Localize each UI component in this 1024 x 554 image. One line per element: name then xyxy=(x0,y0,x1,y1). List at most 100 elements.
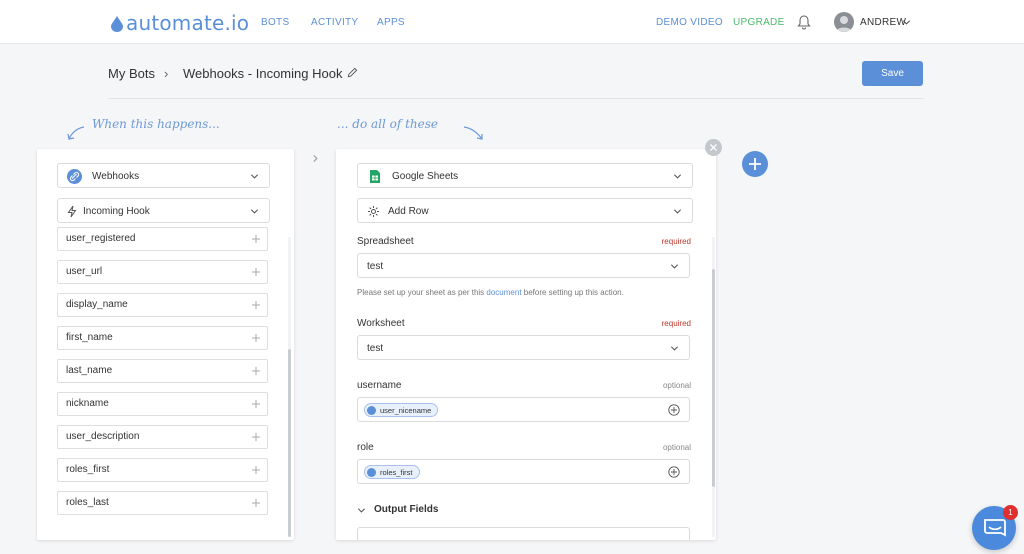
field-label: nickname xyxy=(66,398,109,409)
nav-demo-video[interactable]: DEMO VIDEO xyxy=(656,17,723,28)
output-field-box[interactable] xyxy=(357,527,690,540)
help-text: before setting up this action. xyxy=(521,288,624,297)
spreadsheet-select[interactable]: test xyxy=(357,253,690,278)
add-action-button[interactable] xyxy=(742,151,768,177)
plus-icon[interactable] xyxy=(251,399,261,409)
field-label: display_name xyxy=(66,299,128,310)
nav-apps[interactable]: APPS xyxy=(377,17,405,28)
field-label: last_name xyxy=(66,365,113,376)
bell-icon[interactable] xyxy=(797,14,811,30)
chevron-right-icon xyxy=(313,154,318,163)
role-optional-badge: optional xyxy=(662,443,691,452)
field-item[interactable]: nickname xyxy=(57,392,268,416)
nav-upgrade[interactable]: UPGRADE xyxy=(733,17,785,28)
action-event-select[interactable]: Add Row xyxy=(357,198,693,223)
field-item[interactable]: roles_last xyxy=(57,491,268,515)
chevron-down-icon xyxy=(250,174,259,179)
field-item[interactable]: display_name xyxy=(57,293,268,317)
output-fields-toggle[interactable]: Output Fields xyxy=(357,504,557,518)
bolt-icon xyxy=(67,205,77,218)
hint-arrow-left-icon xyxy=(67,126,85,140)
field-item[interactable]: user_url xyxy=(57,260,268,284)
chevron-down-icon xyxy=(673,209,682,214)
plus-icon[interactable] xyxy=(251,300,261,310)
close-icon xyxy=(710,144,717,151)
close-action-button[interactable] xyxy=(705,139,722,156)
field-label: first_name xyxy=(66,332,113,343)
hint-action: ... do all of these xyxy=(337,117,439,131)
breadcrumb-my-bots[interactable]: My Bots xyxy=(108,66,155,81)
page-title: Webhooks - Incoming Hook xyxy=(183,66,343,81)
sheets-icon xyxy=(370,170,380,183)
field-item[interactable]: user_registered xyxy=(57,227,268,251)
pencil-icon[interactable] xyxy=(347,67,358,78)
nav-bots[interactable]: BOTS xyxy=(261,17,289,28)
token-label: roles_first xyxy=(380,467,413,477)
link-icon xyxy=(67,169,82,184)
field-label: user_registered xyxy=(66,233,136,244)
role-field[interactable]: roles_first xyxy=(357,459,690,484)
sheet-setup-help: Please set up your sheet as per this doc… xyxy=(357,288,624,297)
trigger-app-select[interactable]: Webhooks xyxy=(57,163,270,188)
plus-icon[interactable] xyxy=(251,234,261,244)
circle-plus-icon[interactable] xyxy=(668,404,680,416)
action-event-label: Add Row xyxy=(388,206,429,217)
chevron-down-icon xyxy=(670,264,679,269)
worksheet-select[interactable]: test xyxy=(357,335,690,360)
worksheet-value: test xyxy=(367,343,384,354)
logo-drop-icon xyxy=(111,15,123,32)
plus-icon[interactable] xyxy=(251,498,261,508)
divider xyxy=(108,98,924,99)
chat-unread-badge: 1 xyxy=(1003,505,1018,520)
username-optional-badge: optional xyxy=(662,381,691,390)
spreadsheet-required-badge: required xyxy=(661,237,691,246)
field-label: roles_last xyxy=(66,497,109,508)
user-menu-name[interactable]: ANDREW xyxy=(860,17,906,28)
spreadsheet-value: test xyxy=(367,261,384,272)
chevron-down-icon xyxy=(673,174,682,179)
breadcrumb-separator: › xyxy=(164,66,169,81)
link-icon xyxy=(367,467,376,477)
help-text: Please set up your sheet as per this xyxy=(357,288,487,297)
logo[interactable]: automate.io xyxy=(110,11,249,35)
avatar[interactable] xyxy=(834,12,854,32)
field-item[interactable]: last_name xyxy=(57,359,268,383)
field-label: user_url xyxy=(66,266,103,277)
field-item[interactable]: first_name xyxy=(57,326,268,350)
field-label: roles_first xyxy=(66,464,110,475)
trigger-scrollbar-thumb[interactable] xyxy=(288,349,291,537)
hint-arrow-right-icon xyxy=(463,126,483,140)
action-app-select[interactable]: Google Sheets xyxy=(357,163,693,188)
field-item[interactable]: roles_first xyxy=(57,458,268,482)
chevron-down-icon xyxy=(357,508,366,513)
output-fields-label: Output Fields xyxy=(374,504,439,515)
chevron-down-icon xyxy=(250,209,259,214)
plus-icon[interactable] xyxy=(251,267,261,277)
plus-icon[interactable] xyxy=(251,333,261,343)
action-app-label: Google Sheets xyxy=(392,171,459,182)
nav-activity[interactable]: ACTIVITY xyxy=(311,17,358,28)
plus-icon[interactable] xyxy=(251,366,261,376)
trigger-app-label: Webhooks xyxy=(92,171,140,182)
username-token[interactable]: user_nicename xyxy=(364,403,439,417)
username-field[interactable]: user_nicename xyxy=(357,397,690,422)
top-nav: automate.io BOTS ACTIVITY APPS DEMO VIDE… xyxy=(0,0,1024,44)
chevron-down-icon[interactable] xyxy=(902,18,911,27)
role-token[interactable]: roles_first xyxy=(364,465,420,479)
plus-icon[interactable] xyxy=(251,465,261,475)
field-item[interactable]: user_description xyxy=(57,425,268,449)
field-label: user_description xyxy=(66,431,140,442)
logo-text: automate.io xyxy=(126,11,250,35)
trigger-card: Webhooks Incoming Hook user_registered u… xyxy=(37,149,294,540)
save-button[interactable]: Save xyxy=(862,61,923,86)
worksheet-label: Worksheet xyxy=(357,318,405,329)
action-card: Google Sheets Add Row Spreadsheet requir… xyxy=(336,149,716,540)
trigger-event-label: Incoming Hook xyxy=(83,206,150,217)
gear-icon xyxy=(368,206,379,217)
circle-plus-icon[interactable] xyxy=(668,466,680,478)
trigger-event-select[interactable]: Incoming Hook xyxy=(57,198,270,223)
token-label: user_nicename xyxy=(380,405,432,415)
plus-icon[interactable] xyxy=(251,432,261,442)
action-scrollbar-thumb[interactable] xyxy=(712,269,715,487)
document-link[interactable]: document xyxy=(486,288,521,297)
